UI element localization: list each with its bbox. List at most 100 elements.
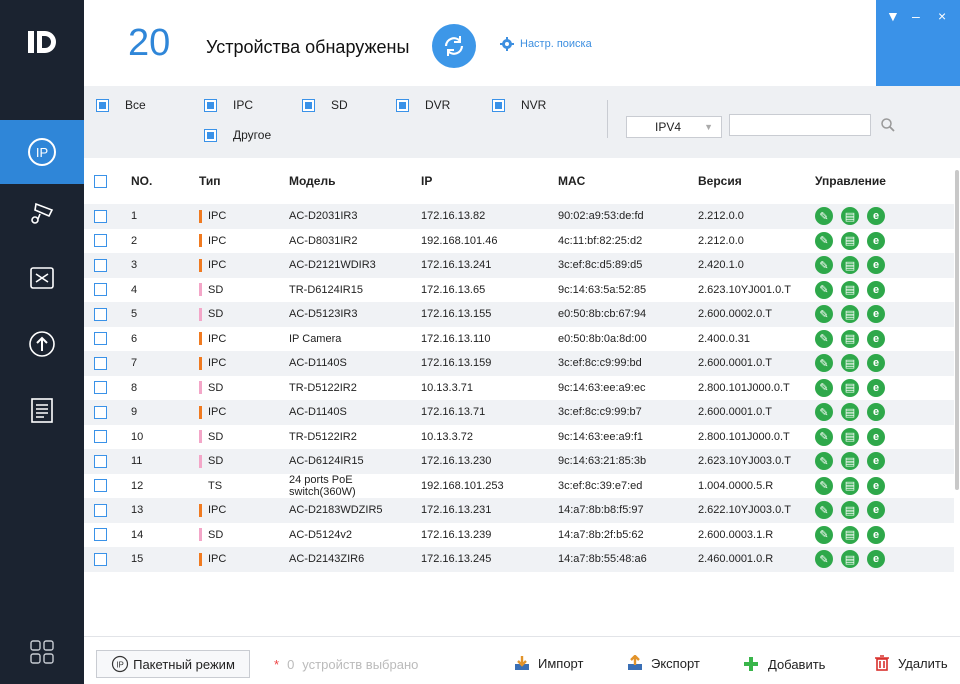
import-button[interactable]: Импорт (514, 655, 583, 671)
table-row[interactable]: 6 IPC IP Camera 172.16.13.110 e0:50:8b:0a:8d… (84, 327, 954, 352)
browser-icon[interactable]: e (867, 207, 885, 226)
dropdown-menu-icon[interactable]: ▼ (886, 8, 900, 24)
edit-icon[interactable]: ✎ (815, 354, 833, 373)
table-row[interactable]: 13 IPC AC-D2183WDZIR5 172.16.13.231 14:a7:8b… (84, 498, 954, 523)
browser-icon[interactable]: e (867, 378, 885, 397)
details-icon[interactable]: ▤ (841, 378, 859, 397)
table-row[interactable]: 15 IPC AC-D2143ZIR6 172.16.13.245 14:a7:8b:5… (84, 547, 954, 572)
browser-icon[interactable]: e (867, 403, 885, 422)
browser-icon[interactable]: e (867, 329, 885, 348)
row-checkbox[interactable] (94, 528, 107, 542)
browser-icon[interactable]: e (867, 256, 885, 275)
edit-icon[interactable]: ✎ (815, 280, 833, 299)
table-row[interactable]: 5 SD AC-D5123IR3 172.16.13.155 e0:50:8b:cb:6… (84, 302, 954, 327)
search-settings-link[interactable]: Настр. поиска (500, 37, 592, 51)
table-row[interactable]: 14 SD AC-D5124v2 172.16.13.239 14:a7:8b:2f:b… (84, 523, 954, 548)
batch-mode-button[interactable]: IP Пакетный режим (96, 650, 250, 678)
edit-icon[interactable]: ✎ (815, 207, 833, 226)
sidebar-item-camera-settings[interactable] (0, 180, 84, 244)
browser-icon[interactable]: e (867, 550, 885, 569)
browser-icon[interactable]: e (867, 305, 885, 324)
table-row[interactable]: 8 SD TR-D5122IR2 10.13.3.71 9c:14:63:ee:a9:e… (84, 376, 954, 401)
row-checkbox[interactable] (94, 209, 107, 223)
ip-version-select[interactable]: IPV4 ▼ (626, 116, 722, 138)
row-checkbox[interactable] (94, 503, 107, 517)
table-row[interactable]: 11 SD AC-D6124IR15 172.16.13.230 9c:14:63:21… (84, 449, 954, 474)
row-checkbox[interactable] (94, 234, 107, 248)
filter-ipc-checkbox[interactable] (204, 98, 217, 112)
details-icon[interactable]: ▤ (841, 427, 859, 446)
search-icon[interactable] (880, 117, 896, 133)
table-row[interactable]: 2 IPC AC-D8031IR2 192.168.101.46 4c:11:bf:82… (84, 229, 954, 254)
row-checkbox[interactable] (94, 307, 107, 321)
browser-icon[interactable]: e (867, 476, 885, 495)
details-icon[interactable]: ▤ (841, 256, 859, 275)
filter-all-checkbox[interactable] (96, 98, 109, 112)
filter-dvr[interactable]: DVR (396, 98, 450, 112)
close-icon[interactable]: × (938, 8, 946, 24)
minimize-icon[interactable]: – (912, 8, 920, 24)
details-icon[interactable]: ▤ (841, 476, 859, 495)
table-row[interactable]: 12 TS 24 ports PoE switch(360W) 192.168.101.… (84, 474, 954, 499)
edit-icon[interactable]: ✎ (815, 403, 833, 422)
edit-icon[interactable]: ✎ (815, 476, 833, 495)
browser-icon[interactable]: e (867, 280, 885, 299)
row-checkbox[interactable] (94, 381, 107, 395)
table-row[interactable]: 3 IPC AC-D2121WDIR3 172.16.13.241 3c:ef:8c:d… (84, 253, 954, 278)
sidebar-item-docs[interactable] (0, 378, 84, 442)
details-icon[interactable]: ▤ (841, 550, 859, 569)
browser-icon[interactable]: e (867, 354, 885, 373)
edit-icon[interactable]: ✎ (815, 550, 833, 569)
sidebar-item-ip-search[interactable]: IP (0, 120, 84, 184)
table-row[interactable]: 10 SD TR-D5122IR2 10.13.3.72 9c:14:63:ee:a9:… (84, 425, 954, 450)
browser-icon[interactable]: e (867, 525, 885, 544)
edit-icon[interactable]: ✎ (815, 231, 833, 250)
row-checkbox[interactable] (94, 479, 107, 493)
select-all-checkbox[interactable] (94, 174, 107, 188)
filter-sd[interactable]: SD (302, 98, 348, 112)
details-icon[interactable]: ▤ (841, 525, 859, 544)
browser-icon[interactable]: e (867, 452, 885, 471)
edit-icon[interactable]: ✎ (815, 427, 833, 446)
delete-button[interactable]: Удалить (874, 655, 948, 671)
details-icon[interactable]: ▤ (841, 231, 859, 250)
browser-icon[interactable]: e (867, 231, 885, 250)
filter-nvr[interactable]: NVR (492, 98, 546, 112)
scrollbar-thumb[interactable] (955, 170, 959, 490)
details-icon[interactable]: ▤ (841, 305, 859, 324)
row-checkbox[interactable] (94, 332, 107, 346)
row-checkbox[interactable] (94, 283, 107, 297)
filter-sd-checkbox[interactable] (302, 98, 315, 112)
edit-icon[interactable]: ✎ (815, 329, 833, 348)
row-checkbox[interactable] (94, 405, 107, 419)
edit-icon[interactable]: ✎ (815, 305, 833, 324)
edit-icon[interactable]: ✎ (815, 525, 833, 544)
table-row[interactable]: 4 SD TR-D6124IR15 172.16.13.65 9c:14:63:5a:5… (84, 278, 954, 303)
edit-icon[interactable]: ✎ (815, 256, 833, 275)
row-checkbox[interactable] (94, 454, 107, 468)
details-icon[interactable]: ▤ (841, 280, 859, 299)
add-button[interactable]: Добавить (742, 655, 825, 673)
export-button[interactable]: Экспорт (627, 655, 700, 671)
filter-ipc[interactable]: IPC (204, 98, 253, 112)
edit-icon[interactable]: ✎ (815, 378, 833, 397)
filter-other[interactable]: Другое (204, 128, 271, 142)
details-icon[interactable]: ▤ (841, 329, 859, 348)
details-icon[interactable]: ▤ (841, 207, 859, 226)
edit-icon[interactable]: ✎ (815, 501, 833, 520)
row-checkbox[interactable] (94, 258, 107, 272)
sidebar-item-upgrade[interactable] (0, 312, 84, 376)
filter-other-checkbox[interactable] (204, 128, 217, 142)
row-checkbox[interactable] (94, 552, 107, 566)
search-input[interactable] (729, 114, 871, 136)
details-icon[interactable]: ▤ (841, 452, 859, 471)
details-icon[interactable]: ▤ (841, 501, 859, 520)
table-row[interactable]: 1 IPC AC-D2031IR3 172.16.13.82 90:02:a9:53:d… (84, 204, 954, 229)
edit-icon[interactable]: ✎ (815, 452, 833, 471)
row-checkbox[interactable] (94, 356, 107, 370)
details-icon[interactable]: ▤ (841, 403, 859, 422)
table-row[interactable]: 7 IPC AC-D1140S 172.16.13.159 3c:ef:8c:c9:99… (84, 351, 954, 376)
refresh-button[interactable] (432, 24, 476, 68)
browser-icon[interactable]: e (867, 501, 885, 520)
sidebar-item-tools[interactable] (0, 246, 84, 310)
